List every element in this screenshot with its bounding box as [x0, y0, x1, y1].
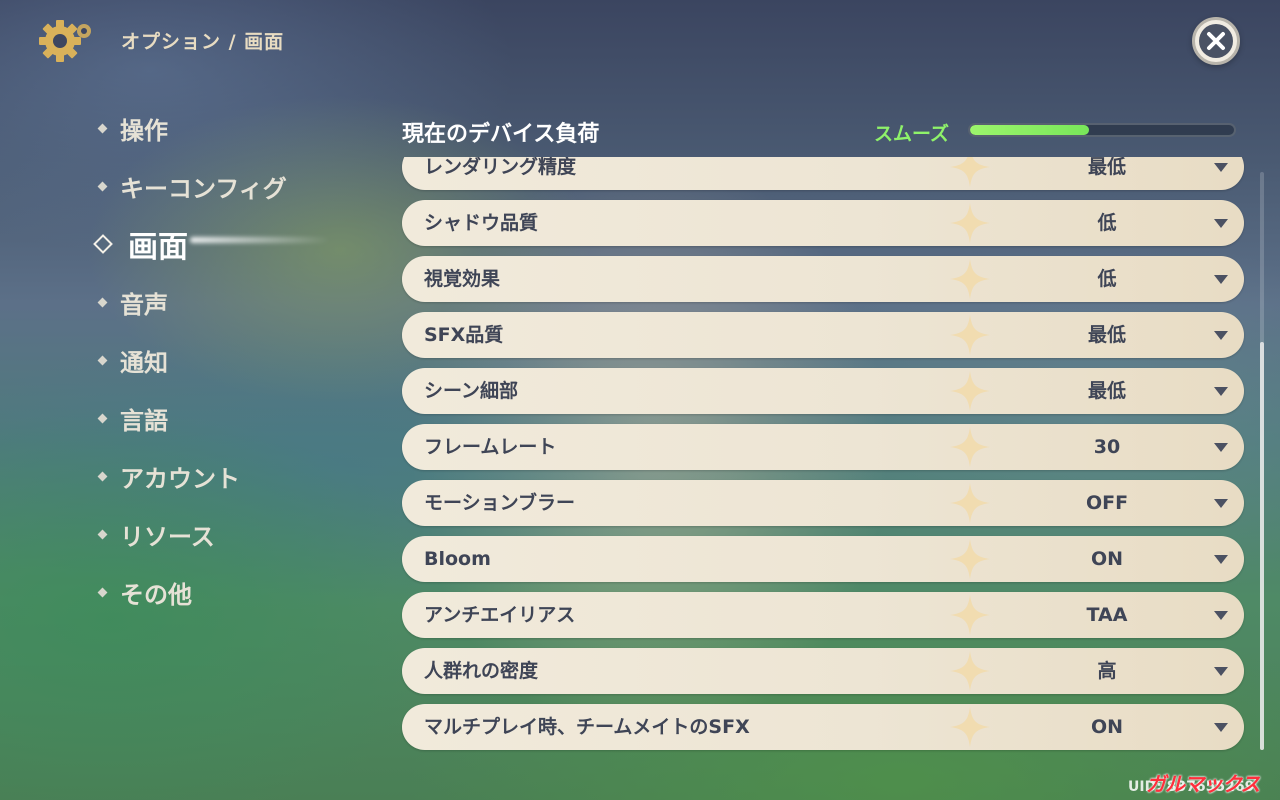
sparkle-icon — [950, 595, 990, 635]
dropdown-arrow-icon[interactable] — [1214, 723, 1228, 732]
sidebar-item-controls[interactable]: 操作 — [96, 108, 168, 148]
diamond-bullet-icon — [97, 471, 108, 481]
close-icon — [1199, 24, 1233, 58]
device-load-title: 現在のデバイス負荷 — [402, 122, 600, 147]
setting-label: シーン細部 — [424, 380, 519, 402]
diamond-bullet-icon — [97, 123, 108, 133]
sidebar-item-label: リソース — [120, 522, 215, 551]
diamond-bullet-icon — [97, 181, 108, 191]
setting-row-anti-aliasing[interactable]: アンチエイリアス TAA — [402, 592, 1244, 638]
sidebar-item-notifications[interactable]: 通知 — [96, 340, 168, 380]
diamond-bullet-icon — [97, 355, 108, 365]
sparkle-icon — [950, 651, 990, 691]
sparkle-icon — [950, 539, 990, 579]
sidebar-item-label: 音声 — [120, 290, 168, 319]
setting-value: TAA — [1086, 604, 1128, 626]
diamond-bullet-icon — [97, 413, 108, 423]
setting-label: 人群れの密度 — [424, 660, 539, 682]
setting-row-frame-rate[interactable]: フレームレート 30 — [402, 424, 1244, 470]
active-diamond-icon — [93, 234, 113, 254]
dropdown-arrow-icon[interactable] — [1214, 611, 1228, 620]
setting-value: ON — [1090, 548, 1124, 570]
sidebar-item-label: 操作 — [120, 116, 168, 145]
setting-row-sfx-quality[interactable]: SFX品質 最低 — [402, 312, 1244, 358]
device-load-bar — [968, 123, 1236, 137]
setting-value: 最低 — [1087, 157, 1126, 178]
setting-label: 視覚効果 — [424, 268, 501, 290]
setting-value: ON — [1090, 716, 1124, 738]
setting-value: 30 — [1093, 436, 1121, 458]
setting-row-visual-effects[interactable]: 視覚効果 低 — [402, 256, 1244, 302]
dropdown-arrow-icon[interactable] — [1214, 275, 1228, 284]
dropdown-arrow-icon[interactable] — [1214, 331, 1228, 340]
setting-row-shadow-quality[interactable]: シャドウ品質 低 — [402, 200, 1244, 246]
setting-label: アンチエイリアス — [424, 604, 576, 626]
setting-label: Bloom — [424, 548, 491, 570]
sidebar-item-other[interactable]: その他 — [96, 572, 192, 612]
device-load-fill — [970, 125, 1089, 135]
dropdown-arrow-icon[interactable] — [1214, 219, 1228, 228]
dropdown-arrow-icon[interactable] — [1214, 555, 1228, 564]
sparkle-icon — [950, 371, 990, 411]
setting-row-bloom[interactable]: Bloom ON — [402, 536, 1244, 582]
sidebar-item-account[interactable]: アカウント — [96, 456, 240, 496]
dropdown-arrow-icon[interactable] — [1214, 443, 1228, 452]
setting-label: フレームレート — [424, 436, 557, 458]
dropdown-arrow-icon[interactable] — [1214, 163, 1228, 172]
gear-icon — [39, 20, 91, 62]
dropdown-arrow-icon[interactable] — [1214, 667, 1228, 676]
setting-value: 高 — [1097, 660, 1117, 682]
sparkle-icon — [950, 203, 990, 243]
diamond-bullet-icon — [97, 529, 108, 539]
sparkle-icon — [950, 315, 990, 355]
setting-value: OFF — [1085, 492, 1129, 514]
setting-label: モーションブラー — [424, 492, 576, 514]
sparkle-icon — [950, 259, 990, 299]
diamond-bullet-icon — [97, 587, 108, 597]
active-item-glow — [190, 237, 330, 243]
setting-label: SFX品質 — [424, 324, 504, 346]
breadcrumb: オプション / 画面 — [121, 31, 285, 53]
sidebar-item-graphics[interactable]: 画面 — [93, 224, 188, 265]
device-load-status: スムーズ — [874, 123, 950, 145]
sidebar-item-label: キーコンフィグ — [120, 174, 287, 203]
setting-label: マルチプレイ時、チームメイトのSFX — [424, 716, 750, 738]
watermark-logo: ガルマックス — [1146, 772, 1260, 796]
setting-value: 低 — [1097, 212, 1117, 234]
sidebar-item-resources[interactable]: リソース — [96, 514, 215, 554]
setting-row-rendering-resolution[interactable]: レンダリング精度 最低 — [402, 157, 1244, 190]
sidebar-item-label: 言語 — [120, 406, 168, 435]
setting-label: レンダリング精度 — [424, 157, 577, 178]
setting-value: 最低 — [1087, 380, 1126, 402]
setting-label: シャドウ品質 — [424, 212, 539, 234]
setting-value: 最低 — [1087, 324, 1126, 346]
setting-row-crowd-density[interactable]: 人群れの密度 高 — [402, 648, 1244, 694]
sidebar-item-audio[interactable]: 音声 — [96, 282, 168, 322]
sidebar-item-label: 画面 — [128, 230, 188, 265]
setting-row-motion-blur[interactable]: モーションブラー OFF — [402, 480, 1244, 526]
diamond-bullet-icon — [97, 297, 108, 307]
scrollbar-thumb[interactable] — [1260, 342, 1264, 750]
sidebar-item-label: その他 — [120, 580, 192, 609]
dropdown-arrow-icon[interactable] — [1214, 387, 1228, 396]
setting-value: 低 — [1097, 268, 1117, 290]
sidebar-item-label: アカウント — [120, 464, 240, 493]
dropdown-arrow-icon[interactable] — [1214, 499, 1228, 508]
setting-row-coop-teammate-sfx[interactable]: マルチプレイ時、チームメイトのSFX ON — [402, 704, 1244, 750]
sidebar-item-key-config[interactable]: キーコンフィグ — [96, 166, 287, 206]
sidebar-item-language[interactable]: 言語 — [96, 398, 168, 438]
settings-list[interactable]: レンダリング精度 最低 シャドウ品質 低 視覚効果 低 SFX品質 最低 シーン… — [396, 157, 1252, 757]
sidebar-item-label: 通知 — [120, 348, 168, 377]
sparkle-icon — [950, 157, 990, 187]
close-button[interactable] — [1192, 17, 1240, 65]
sparkle-icon — [950, 483, 990, 523]
sparkle-icon — [950, 707, 990, 747]
sparkle-icon — [950, 427, 990, 467]
setting-row-scene-detail[interactable]: シーン細部 最低 — [402, 368, 1244, 414]
